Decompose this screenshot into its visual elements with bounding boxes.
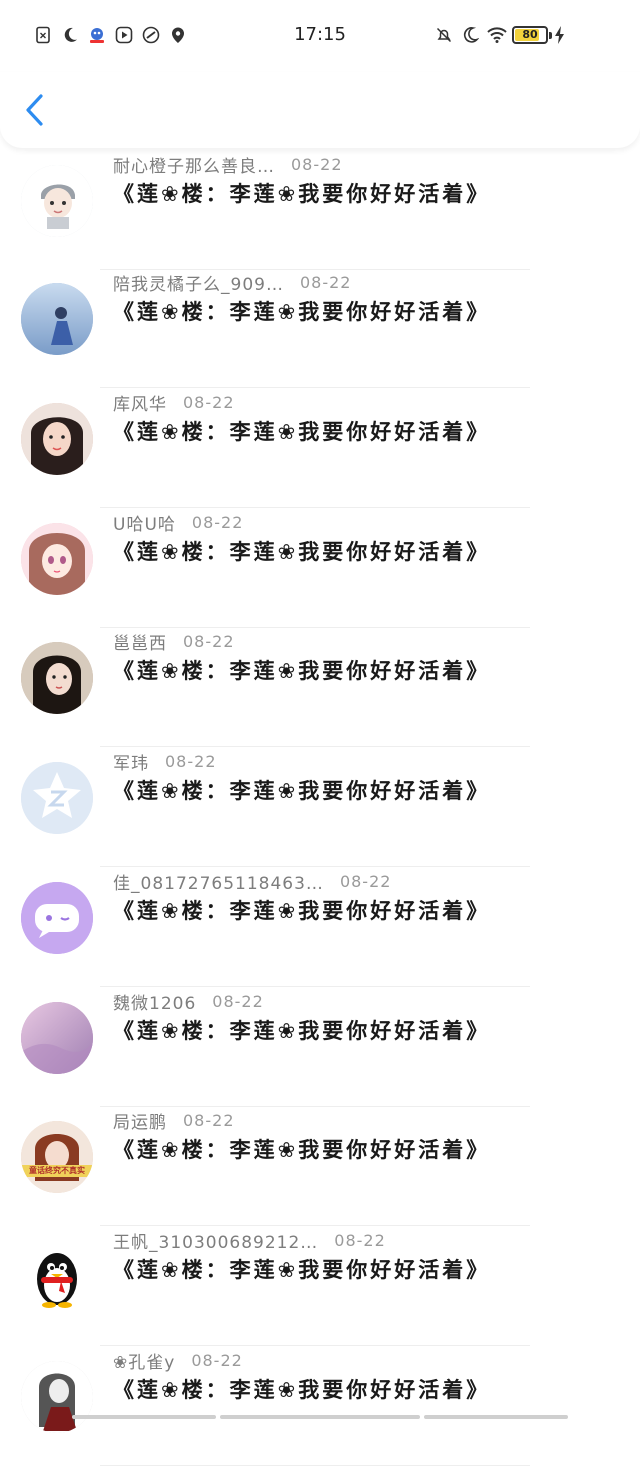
comment-date: 08-22 [191, 1350, 243, 1370]
comment-date: 08-22 [183, 392, 235, 412]
avatar[interactable]: 童话终究不真实 [21, 1121, 93, 1193]
battery-icon: 80 [512, 26, 548, 44]
avatar[interactable] [21, 165, 93, 237]
comment-meta: ❀孔雀y 08-22 [113, 1346, 243, 1374]
avatar[interactable] [21, 882, 93, 954]
avatar[interactable] [21, 762, 93, 834]
comment-date: 08-22 [291, 154, 343, 174]
comment-meta: 军玮 08-22 [113, 747, 217, 775]
user-name[interactable]: 陪我灵橘子么_909… [113, 270, 284, 295]
comment-text: 《莲❀楼：李莲❀我要你好好活着》 [113, 300, 491, 324]
back-button[interactable] [20, 90, 50, 130]
comment-meta: 邕邕西 08-22 [113, 627, 235, 655]
comment-item[interactable]: 王帆_310300689212… 08-22 《莲❀楼：李莲❀我要你好好活着》 [0, 1226, 640, 1346]
comment-meta: 魏微1206 08-22 [113, 987, 264, 1015]
comment-text: 《莲❀楼：李莲❀我要你好好活着》 [113, 899, 491, 923]
wifi-icon [487, 26, 507, 44]
top-navigation-header [0, 72, 640, 148]
user-name[interactable]: 耐心橙子那么善良… [113, 152, 275, 177]
user-name[interactable]: ❀孔雀y [113, 1348, 175, 1373]
avatar[interactable] [21, 642, 93, 714]
comment-text: 《莲❀楼：李莲❀我要你好好活着》 [113, 540, 491, 564]
comment-text: 《莲❀楼：李莲❀我要你好好活着》 [113, 420, 491, 444]
comment-item[interactable]: 陪我灵橘子么_909… 08-22 《莲❀楼：李莲❀我要你好好活着》 [0, 268, 640, 388]
status-right-icons [435, 26, 507, 44]
comment-text: 《莲❀楼：李莲❀我要你好好活着》 [113, 182, 491, 206]
battery-level-text: 80 [522, 28, 538, 41]
comment-item[interactable]: 童话终究不真实 局运鹏 08-22 《莲❀楼：李莲❀我要你好好活着》 [0, 1106, 640, 1226]
comment-meta: U哈U哈 08-22 [113, 508, 243, 536]
comment-item[interactable]: 军玮 08-22 《莲❀楼：李莲❀我要你好好活着》 [0, 747, 640, 867]
user-name[interactable]: 库风华 [113, 390, 167, 415]
avatar-banner-text: 童话终究不真实 [29, 1166, 85, 1175]
comment-meta: 耐心橙子那么善良… 08-22 [113, 150, 343, 178]
comment-item[interactable]: 佳_08172765118463… 08-22 《莲❀楼：李莲❀我要你好好活着》 [0, 867, 640, 987]
comment-date: 08-22 [165, 751, 217, 771]
comment-text: 《莲❀楼：李莲❀我要你好好活着》 [113, 1378, 491, 1402]
user-name[interactable]: 军玮 [113, 749, 149, 774]
comment-item[interactable]: ❀孔雀y 08-22 《莲❀楼：李莲❀我要你好好活着》 [0, 1346, 640, 1466]
comment-text: 《莲❀楼：李莲❀我要你好好活着》 [113, 1019, 491, 1043]
bottom-bar-segment [424, 1415, 568, 1419]
charging-bolt-icon [552, 24, 568, 46]
comment-item[interactable]: 邕邕西 08-22 《莲❀楼：李莲❀我要你好好活着》 [0, 627, 640, 747]
comment-date: 08-22 [183, 631, 235, 651]
user-name[interactable]: 王帆_310300689212… [113, 1228, 318, 1253]
comment-text: 《莲❀楼：李莲❀我要你好好活着》 [113, 779, 491, 803]
comment-item[interactable]: 魏微1206 08-22 《莲❀楼：李莲❀我要你好好活着》 [0, 987, 640, 1107]
status-bar: 17:15 80 [0, 0, 640, 72]
comment-meta: 库风华 08-22 [113, 388, 235, 416]
bottom-indicator-bars [0, 1413, 640, 1423]
user-name[interactable]: 局运鹏 [113, 1108, 167, 1133]
user-name[interactable]: 佳_08172765118463… [113, 869, 324, 894]
avatar[interactable] [21, 523, 93, 595]
avatar[interactable] [21, 1002, 93, 1074]
comment-meta: 陪我灵橘子么_909… 08-22 [113, 268, 351, 296]
avatar[interactable] [21, 403, 93, 475]
user-name[interactable]: U哈U哈 [113, 510, 176, 535]
comment-text: 《莲❀楼：李莲❀我要你好好活着》 [113, 1258, 491, 1282]
moon-icon [461, 26, 480, 44]
user-name[interactable]: 魏微1206 [113, 989, 196, 1014]
comment-text: 《莲❀楼：李莲❀我要你好好活着》 [113, 659, 491, 683]
bottom-bar-segment [72, 1415, 216, 1419]
comment-item[interactable]: 耐心橙子那么善良… 08-22 《莲❀楼：李莲❀我要你好好活着》 [0, 150, 640, 270]
bottom-bar-segment [220, 1415, 420, 1419]
user-name[interactable]: 邕邕西 [113, 629, 167, 654]
comment-date: 08-22 [212, 991, 264, 1011]
comment-date: 08-22 [339, 871, 392, 891]
comment-meta: 王帆_310300689212… 08-22 [113, 1226, 386, 1254]
comment-meta: 局运鹏 08-22 [113, 1106, 235, 1134]
avatar[interactable] [21, 1241, 93, 1313]
comment-date: 08-22 [299, 272, 352, 292]
avatar[interactable] [21, 283, 93, 355]
comment-item[interactable]: U哈U哈 08-22 《莲❀楼：李莲❀我要你好好活着》 [0, 508, 640, 628]
comment-date: 08-22 [183, 1110, 235, 1130]
chevron-left-icon [26, 94, 43, 126]
comment-date: 08-22 [334, 1230, 386, 1250]
comment-text: 《莲❀楼：李莲❀我要你好好活着》 [113, 1138, 491, 1162]
notifications-off-icon [435, 26, 453, 44]
comment-meta: 佳_08172765118463… 08-22 [113, 867, 391, 895]
comment-item[interactable]: 库风华 08-22 《莲❀楼：李莲❀我要你好好活着》 [0, 388, 640, 508]
comment-date: 08-22 [191, 512, 244, 532]
